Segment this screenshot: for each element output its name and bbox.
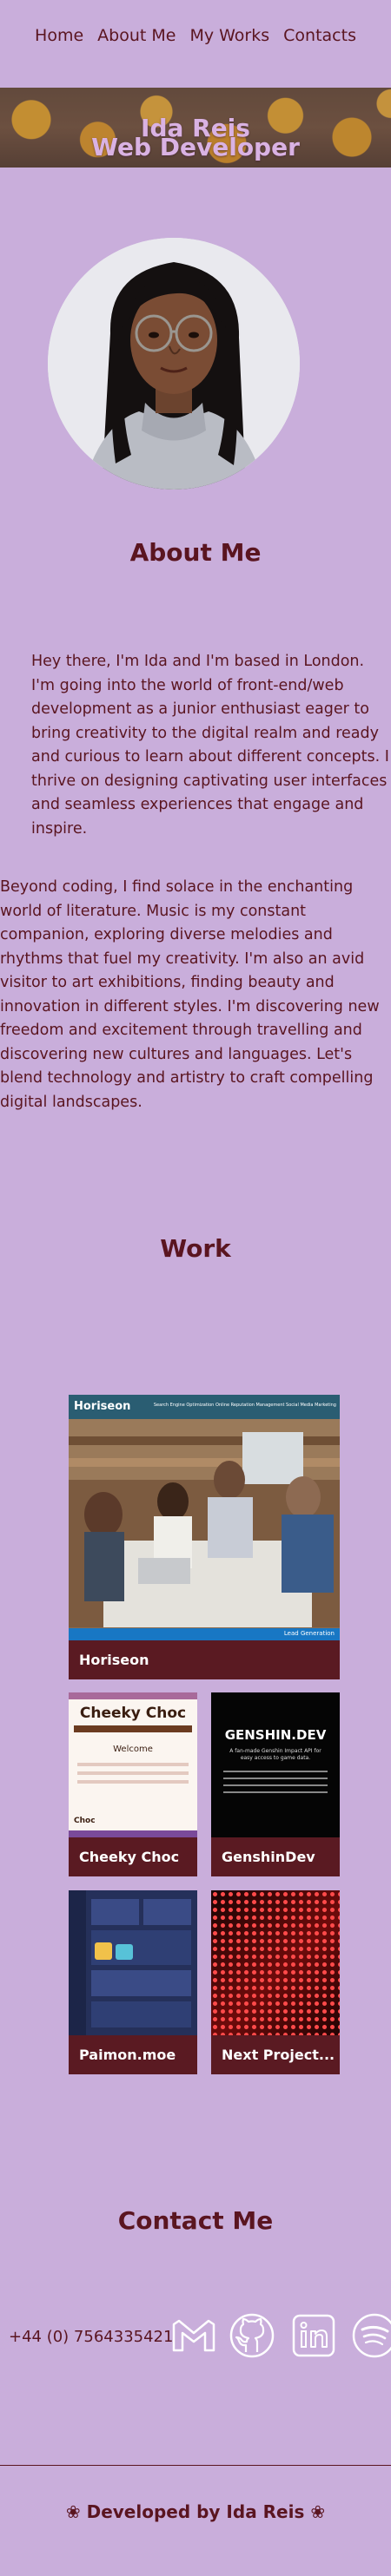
preview-sidebar (69, 1890, 86, 2035)
preview-avatar (116, 1944, 133, 1960)
linkedin-icon[interactable] (290, 2312, 337, 2359)
preview-text-line (223, 1778, 328, 1779)
office-meeting-illustration (69, 1419, 340, 1627)
nav-works-link[interactable]: My Works (189, 26, 269, 45)
project-preview-next (211, 1890, 340, 2035)
preview-top-strip (69, 1692, 197, 1699)
preview-brand: Horiseon (74, 1400, 131, 1413)
about-paragraph-2: Beyond coding, I find solace in the ench… (0, 878, 380, 1111)
project-card-paimon[interactable]: Paimon.moe (69, 1890, 197, 2074)
work-title: Work (160, 1234, 231, 1263)
preview-panel (91, 2001, 191, 2027)
contact-title: Contact Me (117, 2206, 274, 2235)
preview-text-line (223, 1784, 328, 1786)
about-title: About Me (129, 538, 262, 567)
preview-panel (91, 1970, 191, 1996)
project-caption-paimon: Paimon.moe (69, 2035, 197, 2074)
hero-banner: Ida Reis Web Developer (0, 88, 391, 168)
spotify-icon[interactable] (351, 2312, 391, 2359)
project-preview-genshindev: GENSHIN.DEV A fan-made Genshin Impact AP… (211, 1692, 340, 1837)
preview-brand: Cheeky Choc (79, 1705, 187, 1722)
preview-tagline: A fan-made Genshin Impact API for easy a… (229, 1748, 321, 1761)
preview-cta: Lead Generation (283, 1630, 335, 1637)
preview-text-line (77, 1780, 189, 1784)
preview-text-line (77, 1771, 189, 1775)
nav-home-link[interactable]: Home (35, 26, 83, 45)
project-caption-genshindev: GenshinDev (211, 1837, 340, 1876)
preview-heading: Welcome (113, 1745, 153, 1754)
project-preview-horiseon: Horiseon Search Engine Optimization Onli… (69, 1395, 340, 1640)
footer-divider (0, 2465, 391, 2466)
project-preview-paimon (69, 1890, 197, 2035)
project-caption-horiseon: Horiseon (69, 1640, 340, 1679)
preview-panel (91, 1899, 139, 1925)
project-card-cheeky-choc[interactable]: Cheeky Choc Welcome Choc Cheeky Choc (69, 1692, 197, 1876)
preview-text-line (77, 1763, 189, 1766)
footer-credit: ❀ Developed by Ida Reis ❀ (65, 2501, 326, 2522)
preview-header: Horiseon Search Engine Optimization Onli… (69, 1395, 340, 1419)
preview-avatar (95, 1942, 112, 1960)
preview-text-line (223, 1771, 328, 1772)
preview-text-line (223, 1791, 328, 1793)
portrait-illustration (48, 238, 300, 490)
about-paragraph-1: Hey there, I'm Ida and I'm based in Lond… (31, 653, 389, 838)
preview-brand: GENSHIN.DEV (224, 1727, 327, 1743)
preview-footer-text: Choc (74, 1817, 96, 1825)
hero-role: Web Developer (91, 133, 300, 161)
phone-number: +44 (0) 7564335421 (9, 2328, 174, 2346)
nav-contacts-link[interactable]: Contacts (283, 26, 356, 45)
profile-photo (48, 238, 300, 490)
project-card-next[interactable]: Next Project... (211, 1890, 340, 2074)
preview-nav-bar (74, 1725, 192, 1732)
preview-bottom-strip (69, 1830, 197, 1837)
project-card-genshindev[interactable]: GENSHIN.DEV A fan-made Genshin Impact AP… (211, 1692, 340, 1876)
project-card-horiseon[interactable]: Horiseon Search Engine Optimization Onli… (69, 1395, 340, 1679)
preview-nav: Search Engine Optimization Online Reputa… (153, 1403, 336, 1408)
project-caption-next: Next Project... (211, 2035, 340, 2074)
preview-footer-bar: Lead Generation (69, 1628, 340, 1640)
project-caption-cheeky-choc: Cheeky Choc (69, 1837, 197, 1876)
top-nav: Home About Me My Works Contacts (0, 26, 391, 45)
preview-panel (143, 1899, 191, 1925)
gmail-icon[interactable] (170, 2312, 217, 2359)
portfolio-page: Home About Me My Works Contacts Ida Reis… (0, 0, 391, 2576)
github-icon[interactable] (229, 2312, 275, 2359)
project-preview-cheeky-choc: Cheeky Choc Welcome Choc (69, 1692, 197, 1837)
nav-about-link[interactable]: About Me (97, 26, 176, 45)
